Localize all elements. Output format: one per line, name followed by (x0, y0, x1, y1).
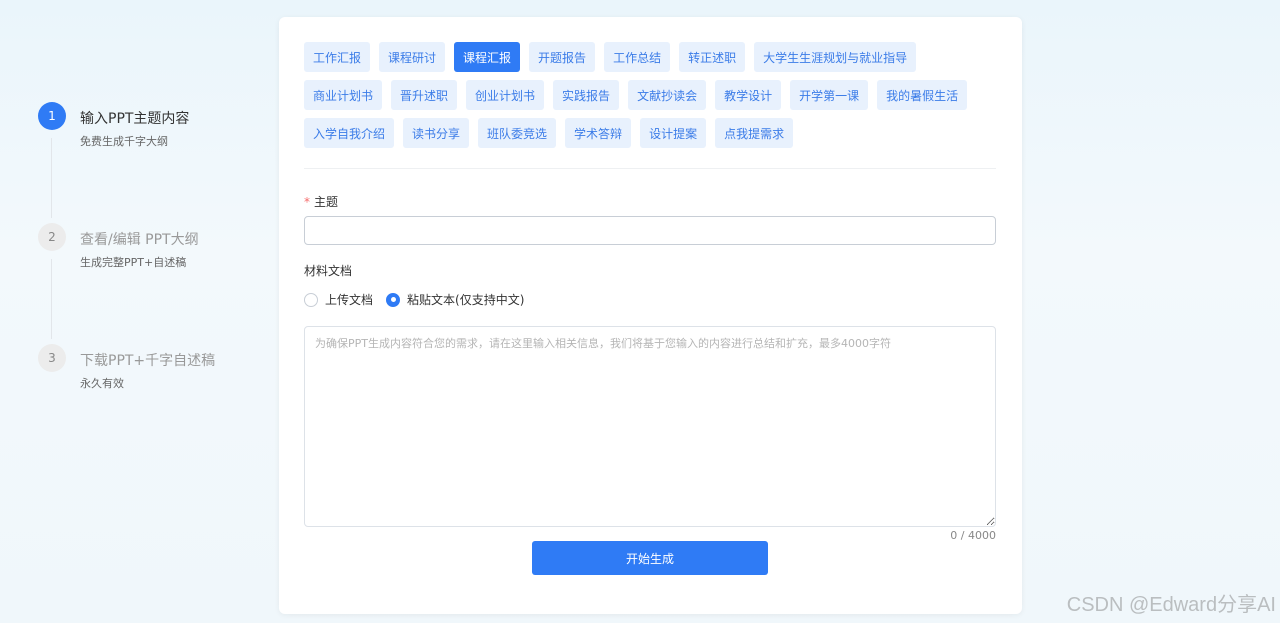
template-tags: 工作汇报 课程研讨 课程汇报 开题报告 工作总结 转正述职 大学生生涯规划与就业指导 商业计… (304, 42, 1004, 156)
template-tag[interactable]: 创业计划书 (466, 80, 545, 110)
template-tag[interactable]: 学术答辩 (565, 118, 632, 148)
step-number: 1 (38, 102, 66, 130)
main-card: 工作汇报 课程研讨 课程汇报 开题报告 工作总结 转正述职 大学生生涯规划与就业指导 商业计… (279, 17, 1022, 614)
page: 1 输入PPT主题内容 免费生成千字大纲 2 查看/编辑 PPT大纲 生成完整P… (0, 0, 1280, 623)
radio-circle-icon[interactable] (304, 292, 318, 307)
template-tag[interactable]: 班队委竞选 (478, 118, 557, 148)
steps-panel: 1 输入PPT主题内容 免费生成千字大纲 2 查看/编辑 PPT大纲 生成完整P… (38, 102, 258, 465)
tag-row-1: 工作汇报 课程研讨 课程汇报 开题报告 工作总结 转正述职 大学生生涯规划与就业指导 (304, 42, 1004, 72)
template-tag[interactable]: 转正述职 (679, 42, 746, 72)
template-tag[interactable]: 设计提案 (640, 118, 707, 148)
tag-row-3: 入学自我介绍 读书分享 班队委竞选 学术答辩 设计提案 点我提需求 (304, 118, 1004, 148)
divider (304, 168, 996, 169)
template-tag[interactable]: 教学设计 (715, 80, 782, 110)
template-tag[interactable]: 我的暑假生活 (877, 80, 968, 110)
step-subtitle: 免费生成千字大纲 (80, 135, 168, 148)
radio-checked-icon[interactable] (386, 292, 401, 307)
char-counter: 0 / 4000 (950, 529, 996, 542)
step-connector (51, 138, 52, 218)
step-title: 查看/编辑 PPT大纲 (80, 232, 199, 248)
subject-label-text: 主题 (314, 195, 339, 209)
radio-paste-label: 粘贴文本(仅支持中文) (407, 293, 525, 307)
step-subtitle: 生成完整PPT+自述稿 (80, 256, 187, 269)
template-tag[interactable]: 实践报告 (553, 80, 620, 110)
material-label: 材料文档 (304, 264, 353, 278)
required-mark: * (304, 195, 310, 209)
template-tag[interactable]: 文献抄读会 (628, 80, 707, 110)
step-2: 2 查看/编辑 PPT大纲 生成完整PPT+自述稿 (38, 223, 258, 344)
watermark: CSDN @Edward分享AI (1066, 594, 1276, 616)
material-radio-group: 上传文档 粘贴文本(仅支持中文) (304, 291, 537, 308)
template-tag[interactable]: 课程汇报 (454, 42, 521, 72)
template-tag[interactable]: 工作汇报 (304, 42, 371, 72)
subject-label: * 主题 (304, 193, 338, 210)
radio-upload[interactable]: 上传文档 (304, 291, 373, 308)
subject-input[interactable] (304, 216, 996, 245)
template-tag[interactable]: 大学生生涯规划与就业指导 (754, 42, 917, 72)
step-title: 输入PPT主题内容 (80, 111, 190, 127)
template-tag[interactable]: 点我提需求 (715, 118, 794, 148)
step-number: 3 (38, 344, 66, 372)
step-number: 2 (38, 223, 66, 251)
start-generate-button[interactable]: 开始生成 (532, 541, 768, 575)
template-tag[interactable]: 读书分享 (403, 118, 470, 148)
step-subtitle: 永久有效 (80, 377, 124, 390)
template-tag[interactable]: 晋升述职 (391, 80, 458, 110)
radio-upload-label: 上传文档 (325, 293, 374, 307)
radio-paste[interactable]: 粘贴文本(仅支持中文) (386, 291, 524, 308)
template-tag[interactable]: 开题报告 (529, 42, 596, 72)
template-tag[interactable]: 课程研讨 (379, 42, 446, 72)
material-textarea[interactable] (304, 326, 996, 527)
template-tag[interactable]: 商业计划书 (304, 80, 383, 110)
step-3: 3 下载PPT+千字自述稿 永久有效 (38, 344, 258, 465)
template-tag[interactable]: 入学自我介绍 (304, 118, 395, 148)
tag-row-2: 商业计划书 晋升述职 创业计划书 实践报告 文献抄读会 教学设计 开学第一课 我的暑假生活 (304, 80, 1004, 110)
template-tag[interactable]: 开学第一课 (790, 80, 869, 110)
template-tag[interactable]: 工作总结 (604, 42, 671, 72)
step-title: 下载PPT+千字自述稿 (80, 353, 216, 369)
step-connector (51, 259, 52, 339)
step-1: 1 输入PPT主题内容 免费生成千字大纲 (38, 102, 258, 223)
